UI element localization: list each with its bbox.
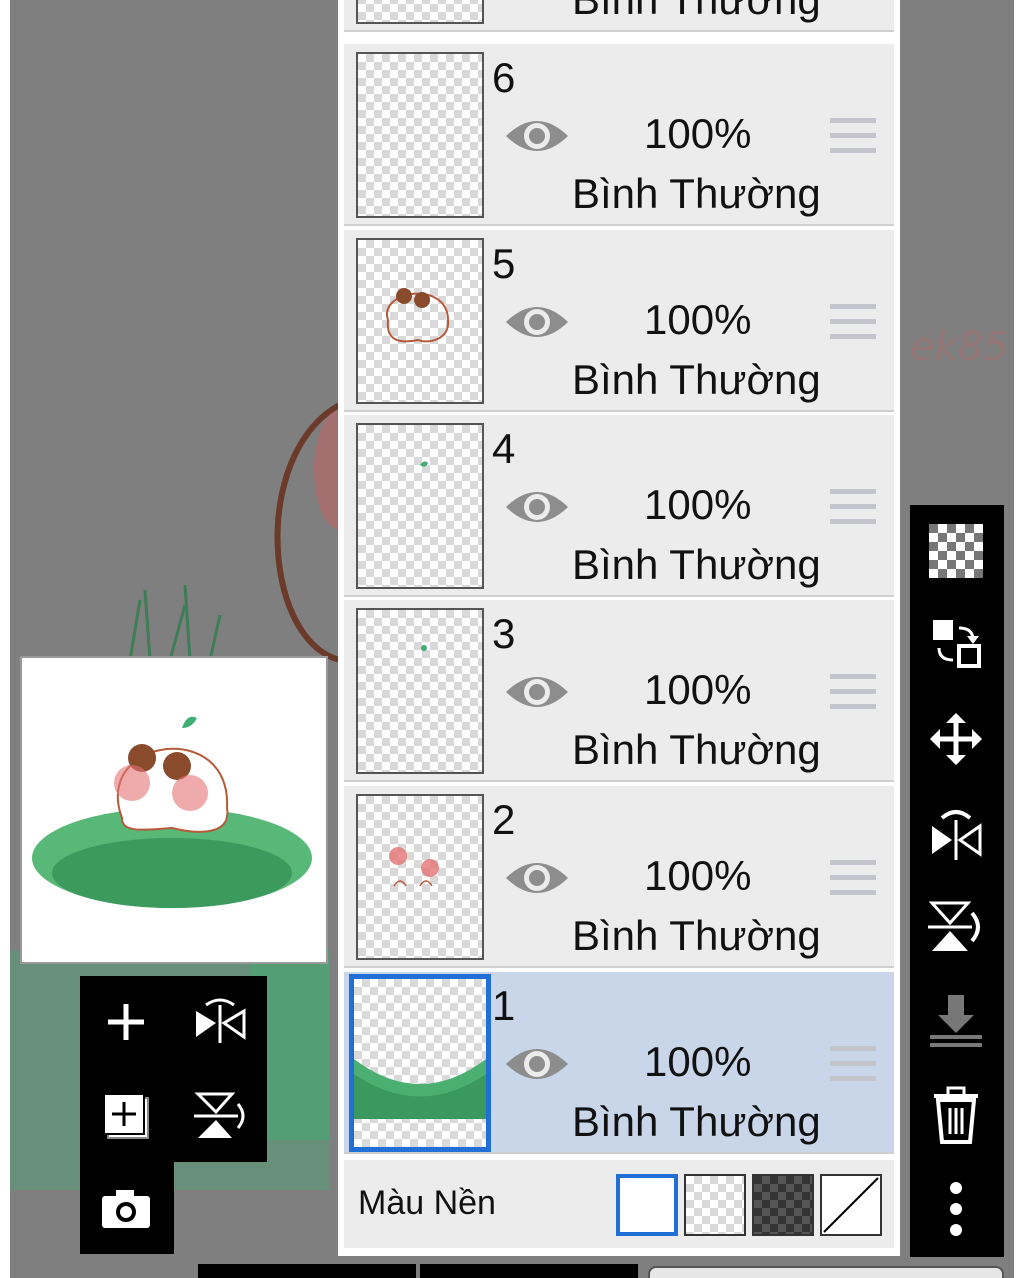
bottom-toolbar-right[interactable] [648, 1266, 1004, 1278]
eye-icon[interactable] [504, 300, 570, 344]
drag-handle-icon[interactable] [830, 116, 876, 156]
layer-number: 3 [492, 610, 516, 657]
layer-number: 4 [492, 425, 516, 472]
camera-icon [102, 1190, 150, 1228]
layer-blend-mode[interactable]: Bình Thường [572, 0, 821, 24]
merge-down-button[interactable] [926, 991, 986, 1051]
add-copy-layer-icon [103, 1093, 149, 1139]
add-layer-icon [108, 1004, 144, 1040]
layer-thumbnail-art [420, 461, 428, 467]
merge-down-icon [930, 995, 982, 1047]
layer-row[interactable]: 5 100% Bình Thường [344, 230, 894, 412]
layer-thumbnail[interactable] [356, 608, 484, 774]
flip-vertical-button[interactable] [926, 897, 986, 957]
transparency-button[interactable] [926, 521, 986, 581]
add-layer-button[interactable] [96, 992, 156, 1052]
bottom-bar [0, 1264, 1024, 1278]
transparency-icon [929, 524, 983, 578]
layers-panel: Bình Thường 6 100% Bình Thường 5 100% Bình Thư… [338, 0, 900, 1256]
layer-row[interactable]: 1 100% Bình Thường [344, 972, 894, 1154]
layer-thumbnail-art [421, 645, 427, 651]
right-toolbar [910, 505, 1004, 1257]
flip-horizontal-button[interactable] [190, 992, 250, 1052]
drag-handle-icon[interactable] [830, 858, 876, 898]
flip-horizontal-button[interactable] [926, 803, 986, 863]
add-copy-layer-button[interactable] [96, 1086, 156, 1146]
drag-handle-icon[interactable] [830, 487, 876, 527]
background-color-row: Màu Nền [344, 1160, 894, 1248]
layer-row[interactable]: 6 100% Bình Thường [344, 44, 894, 226]
layer-blend-mode[interactable]: Bình Thường [572, 912, 821, 960]
camera-button[interactable] [96, 1178, 156, 1238]
eye-icon[interactable] [504, 1042, 570, 1086]
drag-handle-icon[interactable] [830, 302, 876, 342]
layer-thumbnail[interactable] [356, 52, 484, 218]
swap-layer-button[interactable] [926, 615, 986, 675]
layer-number: 2 [492, 796, 516, 843]
diagonal-line-icon [823, 1177, 879, 1233]
drag-handle-icon[interactable] [830, 672, 876, 712]
dark-checker-swatch[interactable] [752, 1174, 814, 1236]
layer-thumbnail[interactable] [356, 0, 484, 24]
layer-opacity[interactable]: 100% [644, 852, 751, 900]
background-color-label: Màu Nền [358, 1184, 496, 1222]
move-icon [930, 713, 982, 765]
svg-text:ek85: ek85 [910, 324, 1009, 370]
delete-layer-button[interactable] [926, 1085, 986, 1145]
layer-blend-mode[interactable]: Bình Thường [572, 1098, 821, 1146]
eye-icon[interactable] [504, 485, 570, 529]
eye-icon[interactable] [504, 114, 570, 158]
move-button[interactable] [926, 709, 986, 769]
none-swatch[interactable] [820, 1174, 882, 1236]
layer-thumbnail[interactable] [356, 423, 484, 589]
flip-horizontal-icon [196, 998, 246, 1043]
bottom-toolbar-middle[interactable] [420, 1264, 638, 1278]
layer-opacity[interactable]: 100% [644, 666, 751, 714]
more-icon [950, 1182, 962, 1236]
layer-thumbnail-art [389, 847, 439, 887]
layer-thumbnail[interactable] [356, 238, 484, 404]
layer-number: 6 [492, 54, 516, 101]
flip-vertical-icon [194, 1092, 245, 1138]
canvas-preview[interactable] [20, 656, 328, 964]
layer-opacity[interactable]: 100% [644, 481, 751, 529]
layer-blend-mode[interactable]: Bình Thường [572, 541, 821, 589]
drag-handle-icon[interactable] [830, 1044, 876, 1084]
layer-thumbnail[interactable] [356, 794, 484, 960]
layer-row[interactable]: 4 100% Bình Thường [344, 415, 894, 597]
layer-blend-mode[interactable]: Bình Thường [572, 170, 821, 218]
preview-drawing [32, 716, 312, 908]
more-options-button[interactable] [926, 1179, 986, 1239]
layer-thumbnail-art [386, 288, 450, 343]
flip-vertical-icon [928, 901, 980, 951]
layer-number: 5 [492, 240, 516, 287]
layer-blend-mode[interactable]: Bình Thường [572, 726, 821, 774]
layer-blend-mode[interactable]: Bình Thường [572, 356, 821, 404]
layer-thumbnail-art [354, 1059, 486, 1119]
bottom-toolbar-left[interactable] [198, 1264, 416, 1278]
flip-horizontal-icon [932, 810, 982, 860]
layer-opacity[interactable]: 100% [644, 110, 751, 158]
white-swatch[interactable] [616, 1174, 678, 1236]
transparent-swatch[interactable] [684, 1174, 746, 1236]
layer-thumbnail[interactable] [349, 974, 491, 1152]
eye-icon[interactable] [504, 856, 570, 900]
layer-row[interactable]: 3 100% Bình Thường [344, 600, 894, 782]
layer-opacity[interactable]: 100% [644, 296, 751, 344]
swap-layer-icon [933, 620, 981, 668]
layer-number: 1 [492, 982, 516, 1029]
layer-row[interactable]: Bình Thường [344, 0, 894, 32]
flip-vertical-button[interactable] [190, 1086, 250, 1146]
eye-icon[interactable] [504, 670, 570, 714]
layer-row[interactable]: 2 100% Bình Thường [344, 786, 894, 968]
trash-icon [934, 1086, 978, 1144]
layer-opacity[interactable]: 100% [644, 1038, 751, 1086]
